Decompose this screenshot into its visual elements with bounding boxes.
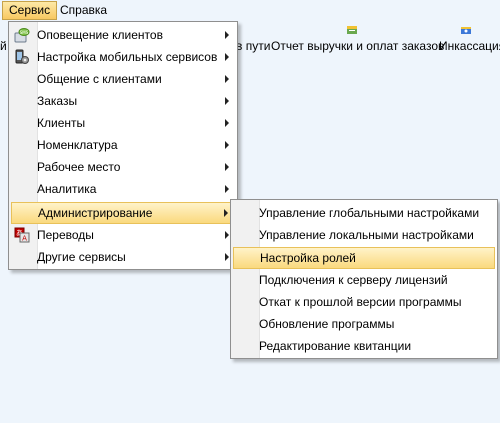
menu-item-label: Обновление программы	[259, 317, 395, 331]
toolbar-in-transit-button[interactable]: в пути	[236, 39, 270, 53]
submenu-arrow-icon	[225, 185, 229, 193]
menu-item-other-services[interactable]: Другие сервисы	[11, 246, 235, 268]
service-menu: SMS Оповещение клиентов Настройка мобиль…	[8, 21, 238, 270]
menu-item-label: Управление глобальными настройками	[259, 206, 480, 220]
translate-icon: あ A	[14, 227, 30, 243]
sms-notify-icon: SMS	[14, 28, 30, 43]
menu-item-analytics[interactable]: Аналитика	[11, 178, 235, 200]
menu-item-local-settings[interactable]: Управление локальными настройками	[233, 224, 495, 246]
menu-item-license-server[interactable]: Подключения к серверу лицензий	[233, 269, 495, 291]
menu-service[interactable]: Сервис	[2, 1, 58, 20]
submenu-arrow-icon	[225, 253, 229, 261]
menu-item-mobile-services[interactable]: Настройка мобильных сервисов	[11, 46, 235, 68]
menu-bar: Сервис Справка	[0, 0, 500, 21]
svg-text:A: A	[22, 235, 27, 243]
menu-item-update-program[interactable]: Обновление программы	[233, 313, 495, 335]
menu-item-label: Клиенты	[37, 116, 86, 130]
menu-item-administration[interactable]: Администрирование	[11, 202, 235, 224]
menu-item-label: Другие сервисы	[37, 250, 126, 264]
menu-item-rollback-version[interactable]: Откат к прошлой версии программы	[233, 291, 495, 313]
admin-submenu: Управление глобальными настройками Управ…	[230, 199, 498, 359]
submenu-arrow-icon	[225, 75, 229, 83]
menu-item-label: Подключения к серверу лицензий	[259, 273, 448, 287]
revenue-report-icon	[347, 26, 357, 34]
menu-item-client-communication[interactable]: Общение с клиентами	[11, 68, 235, 90]
submenu-arrow-icon	[224, 209, 228, 217]
menu-item-label: Редактирование квитанции	[259, 339, 412, 353]
menu-item-label: Номенклатура	[37, 138, 118, 152]
menu-item-orders[interactable]: Заказы	[11, 90, 235, 112]
svg-text:SMS: SMS	[20, 30, 29, 35]
submenu-arrow-icon	[225, 163, 229, 171]
collection-icon	[461, 27, 471, 34]
menu-item-label: Настройка ролей	[260, 251, 356, 265]
submenu-arrow-icon	[225, 119, 229, 127]
menu-item-client-notifications[interactable]: SMS Оповещение клиентов	[11, 24, 235, 46]
menu-item-label: Оповещение клиентов	[37, 28, 163, 42]
submenu-arrow-icon	[225, 31, 229, 39]
submenu-arrow-icon	[225, 141, 229, 149]
menu-item-translations[interactable]: あ A Переводы	[11, 224, 235, 246]
menu-item-edit-receipt[interactable]: Редактирование квитанции	[233, 335, 495, 357]
menu-help[interactable]: Справка	[54, 1, 113, 20]
menu-item-nomenclature[interactable]: Номенклатура	[11, 134, 235, 156]
menu-item-clients[interactable]: Клиенты	[11, 112, 235, 134]
submenu-arrow-icon	[225, 53, 229, 61]
submenu-arrow-icon	[225, 231, 229, 239]
menu-item-label: Откат к прошлой версии программы	[259, 295, 462, 309]
menu-item-label: Заказы	[37, 94, 78, 108]
menu-item-label: Управление локальными настройками	[259, 228, 474, 242]
menu-item-label: Переводы	[37, 228, 94, 242]
mobile-gear-icon	[15, 49, 29, 64]
menu-item-label: Общение с клиентами	[37, 72, 162, 86]
menu-item-label: Настройка мобильных сервисов	[37, 50, 218, 64]
menu-item-label: Аналитика	[37, 182, 97, 196]
menu-item-global-settings[interactable]: Управление глобальными настройками	[233, 202, 495, 224]
revenue-report-button[interactable]: Отчет выручки и оплат заказов	[271, 39, 444, 53]
menu-item-label: Администрирование	[38, 206, 153, 220]
collection-button[interactable]: Инкассация	[439, 39, 500, 53]
menu-item-role-settings[interactable]: Настройка ролей	[233, 247, 495, 269]
toolbar-partial-label[interactable]: й	[0, 39, 7, 53]
menu-item-label: Рабочее место	[37, 160, 121, 174]
submenu-arrow-icon	[225, 97, 229, 105]
menu-item-workplace[interactable]: Рабочее место	[11, 156, 235, 178]
